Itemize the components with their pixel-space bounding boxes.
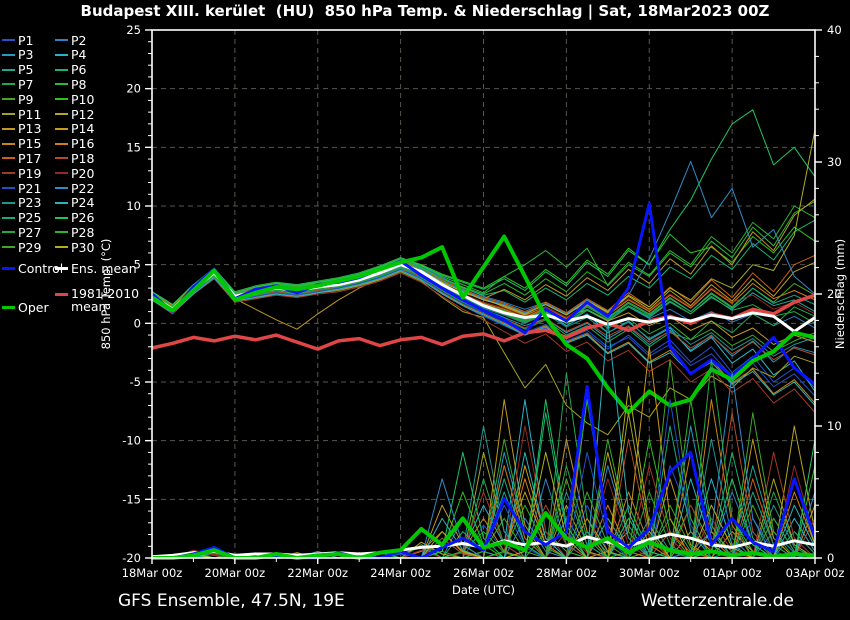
y-axis-title-right: Niederschlag (mm): [833, 239, 847, 349]
svg-text:28Mar 00z: 28Mar 00z: [536, 566, 597, 580]
ensemble-plot: 2520151050-5-10-15-2040302010018Mar 00z2…: [0, 0, 850, 620]
svg-text:01Apr 00z: 01Apr 00z: [703, 566, 762, 580]
y-axis-title-left: 850 hPa Temp. (°C): [99, 239, 113, 350]
svg-text:25: 25: [126, 23, 141, 37]
svg-text:-10: -10: [122, 434, 141, 448]
svg-text:18Mar 00z: 18Mar 00z: [122, 566, 183, 580]
svg-text:24Mar 00z: 24Mar 00z: [370, 566, 431, 580]
svg-text:30: 30: [827, 155, 842, 169]
footer-brand: Wetterzentrale.de: [641, 591, 794, 611]
svg-text:20: 20: [126, 82, 141, 96]
svg-text:-5: -5: [130, 375, 141, 389]
svg-text:-15: -15: [122, 492, 141, 506]
svg-text:30Mar 00z: 30Mar 00z: [619, 566, 680, 580]
svg-text:10: 10: [827, 419, 842, 433]
svg-text:0: 0: [827, 551, 834, 565]
svg-text:10: 10: [126, 199, 141, 213]
svg-text:03Apr 00z: 03Apr 00z: [786, 566, 845, 580]
svg-text:26Mar 00z: 26Mar 00z: [453, 566, 514, 580]
footer-model-info: GFS Ensemble, 47.5N, 19E: [118, 591, 345, 611]
svg-text:0: 0: [134, 316, 141, 330]
svg-text:5: 5: [134, 258, 141, 272]
svg-text:40: 40: [827, 23, 842, 37]
svg-text:20Mar 00z: 20Mar 00z: [205, 566, 266, 580]
svg-text:22Mar 00z: 22Mar 00z: [287, 566, 348, 580]
svg-text:-20: -20: [122, 551, 141, 565]
svg-text:15: 15: [126, 140, 141, 154]
weather-ensemble-page: Budapest XIII. kerület (HU) 850 hPa Temp…: [0, 0, 850, 620]
